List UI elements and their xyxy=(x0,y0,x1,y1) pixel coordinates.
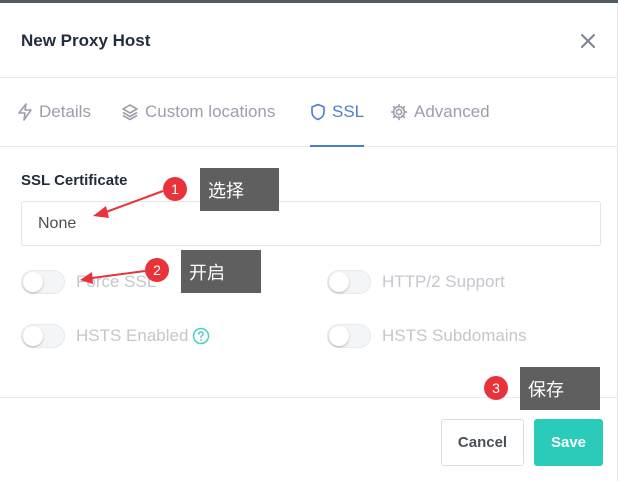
ssl-certificate-select[interactable]: None xyxy=(21,201,601,246)
close-icon[interactable] xyxy=(576,29,600,53)
force-ssl-toggle[interactable] xyxy=(21,270,65,294)
dialog-title: New Proxy Host xyxy=(21,31,151,50)
force-ssl-switch[interactable]: Force SSL xyxy=(21,270,156,294)
hsts-enabled-label: HSTS Enabled xyxy=(76,326,189,345)
tab-ssl-label: SSL xyxy=(332,102,365,121)
cancel-button[interactable]: Cancel xyxy=(441,419,524,466)
annotation-label-2: 开启 xyxy=(181,250,261,293)
tab-custom-locations[interactable]: Custom locations xyxy=(121,78,275,146)
force-ssl-label: Force SSL xyxy=(76,272,157,291)
tab-bar: Details Custom locations SSL Advanced xyxy=(0,78,617,147)
annotation-number-1: 1 xyxy=(163,177,187,201)
tab-custom-locations-label: Custom locations xyxy=(145,102,276,121)
ssl-certificate-value: None xyxy=(38,214,77,232)
ssl-certificate-label: SSL Certificate xyxy=(21,172,128,189)
hsts-subdomains-switch[interactable]: HSTS Subdomains xyxy=(327,324,527,348)
shield-icon xyxy=(311,103,325,121)
hsts-enabled-toggle[interactable] xyxy=(21,324,65,348)
tab-details-label: Details xyxy=(39,102,91,121)
http2-support-toggle[interactable] xyxy=(327,270,371,294)
save-button[interactable]: Save xyxy=(534,419,603,466)
lightning-icon xyxy=(18,103,32,121)
http2-support-label: HTTP/2 Support xyxy=(382,272,505,291)
dialog-header: New Proxy Host xyxy=(0,3,617,78)
tab-advanced[interactable]: Advanced xyxy=(390,78,490,146)
tab-advanced-label: Advanced xyxy=(414,102,490,121)
layers-icon xyxy=(122,104,138,121)
tab-ssl[interactable]: SSL xyxy=(310,78,365,147)
help-icon[interactable] xyxy=(192,327,210,345)
tab-details[interactable]: Details xyxy=(17,78,91,146)
hsts-enabled-switch[interactable]: HSTS Enabled xyxy=(21,324,210,348)
gear-icon xyxy=(390,103,408,121)
http2-support-switch[interactable]: HTTP/2 Support xyxy=(327,270,505,294)
annotation-number-3: 3 xyxy=(484,376,508,400)
annotation-number-2: 2 xyxy=(145,258,169,282)
hsts-subdomains-toggle[interactable] xyxy=(327,324,371,348)
annotation-label-1: 选择 xyxy=(200,168,279,211)
hsts-subdomains-label: HSTS Subdomains xyxy=(382,326,527,345)
annotation-label-3: 保存 xyxy=(520,367,600,410)
